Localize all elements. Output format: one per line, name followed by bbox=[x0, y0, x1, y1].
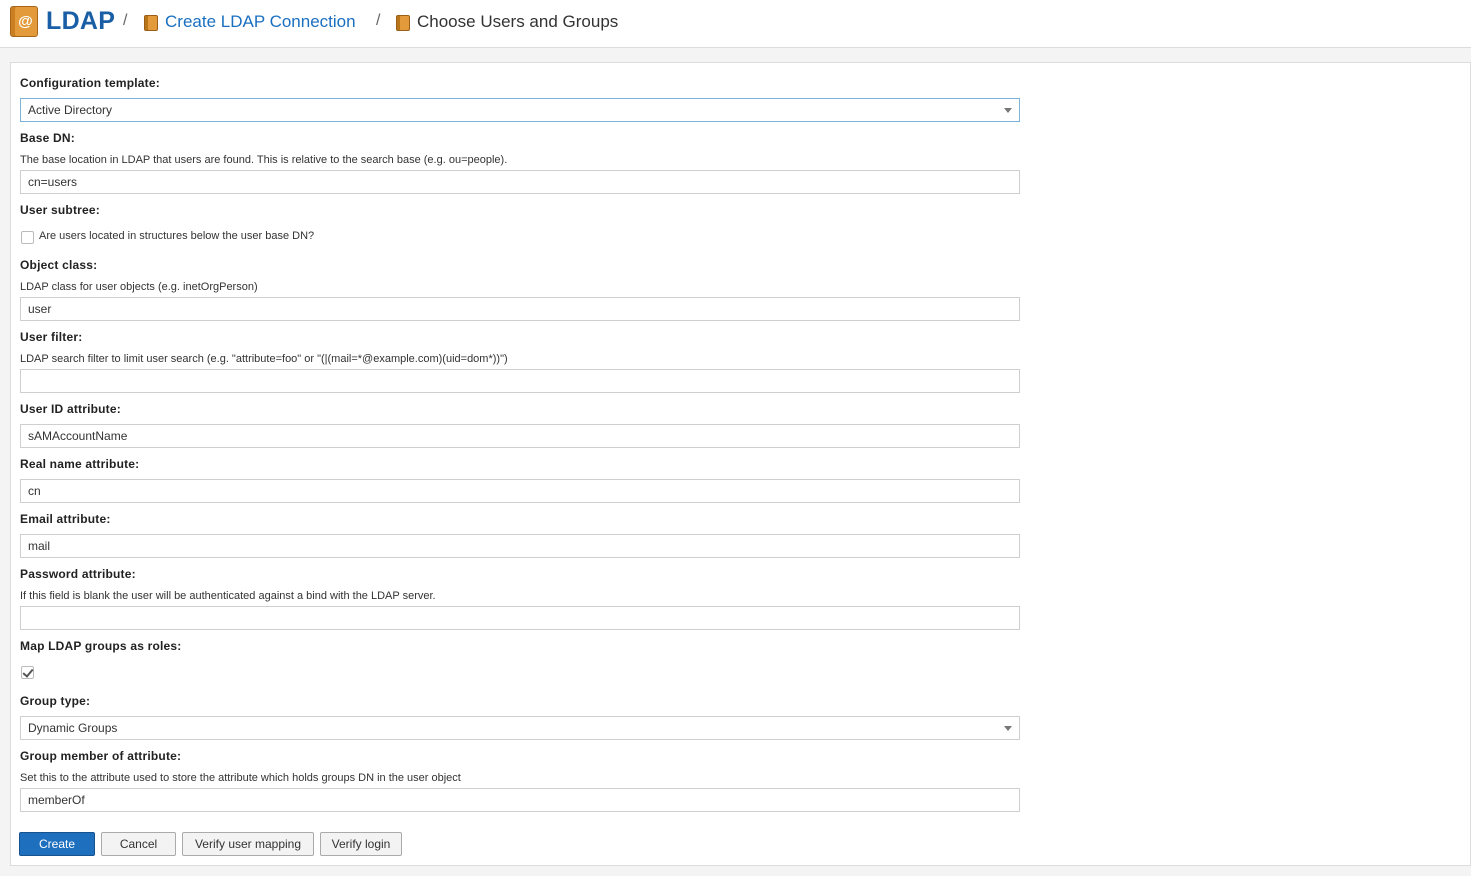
map-groups-checkbox[interactable] bbox=[21, 666, 34, 679]
base-dn-help: The base location in LDAP that users are… bbox=[20, 154, 508, 166]
group-type-label: Group type: bbox=[20, 694, 91, 708]
chevron-down-icon bbox=[1004, 726, 1012, 731]
password-attribute-label: Password attribute: bbox=[20, 567, 136, 581]
object-class-help: LDAP class for user objects (e.g. inetOr… bbox=[20, 281, 258, 293]
configuration-template-value: Active Directory bbox=[28, 103, 113, 117]
breadcrumb-create-ldap-connection[interactable]: Create LDAP Connection bbox=[165, 12, 356, 32]
email-attribute-input[interactable] bbox=[20, 534, 1020, 558]
user-id-attribute-input[interactable] bbox=[20, 424, 1020, 448]
chevron-down-icon bbox=[1004, 108, 1012, 113]
user-subtree-checkbox[interactable] bbox=[21, 231, 34, 244]
password-attribute-help: If this field is blank the user will be … bbox=[20, 590, 436, 602]
address-book-icon bbox=[396, 15, 410, 31]
verify-user-mapping-button[interactable]: Verify user mapping bbox=[182, 832, 314, 856]
cancel-button[interactable]: Cancel bbox=[101, 832, 176, 856]
user-filter-label: User filter: bbox=[20, 330, 83, 344]
password-attribute-input[interactable] bbox=[20, 606, 1020, 630]
address-book-icon bbox=[144, 15, 158, 31]
breadcrumb-separator: / bbox=[123, 12, 128, 29]
base-dn-label: Base DN: bbox=[20, 131, 75, 145]
user-filter-help: LDAP search filter to limit user search … bbox=[20, 353, 508, 365]
object-class-label: Object class: bbox=[20, 258, 98, 272]
user-id-attribute-label: User ID attribute: bbox=[20, 402, 121, 416]
breadcrumb-separator: / bbox=[376, 12, 381, 29]
group-member-of-input[interactable] bbox=[20, 788, 1020, 812]
group-type-value: Dynamic Groups bbox=[28, 721, 118, 735]
object-class-input[interactable] bbox=[20, 297, 1020, 321]
email-attribute-label: Email attribute: bbox=[20, 512, 111, 526]
group-member-of-label: Group member of attribute: bbox=[20, 749, 182, 763]
create-button[interactable]: Create bbox=[19, 832, 95, 856]
page-header: @ LDAP / Create LDAP Connection / Choose… bbox=[0, 0, 1471, 48]
user-filter-input[interactable] bbox=[20, 369, 1020, 393]
breadcrumb-choose-users-and-groups: Choose Users and Groups bbox=[417, 12, 619, 31]
ldap-address-book-icon: @ bbox=[10, 6, 38, 37]
app-title[interactable]: LDAP bbox=[46, 7, 115, 36]
verify-login-button[interactable]: Verify login bbox=[320, 832, 402, 856]
real-name-attribute-input[interactable] bbox=[20, 479, 1020, 503]
group-member-of-help: Set this to the attribute used to store … bbox=[20, 772, 461, 784]
form-panel: Configuration template: Active Directory… bbox=[10, 62, 1471, 866]
map-groups-label: Map LDAP groups as roles: bbox=[20, 639, 182, 653]
base-dn-input[interactable] bbox=[20, 170, 1020, 194]
configuration-template-select[interactable]: Active Directory bbox=[20, 98, 1020, 122]
user-subtree-checkbox-label: Are users located in structures below th… bbox=[39, 230, 315, 242]
group-type-select[interactable]: Dynamic Groups bbox=[20, 716, 1020, 740]
configuration-template-label: Configuration template: bbox=[20, 76, 160, 90]
user-subtree-label: User subtree: bbox=[20, 203, 100, 217]
real-name-attribute-label: Real name attribute: bbox=[20, 457, 140, 471]
